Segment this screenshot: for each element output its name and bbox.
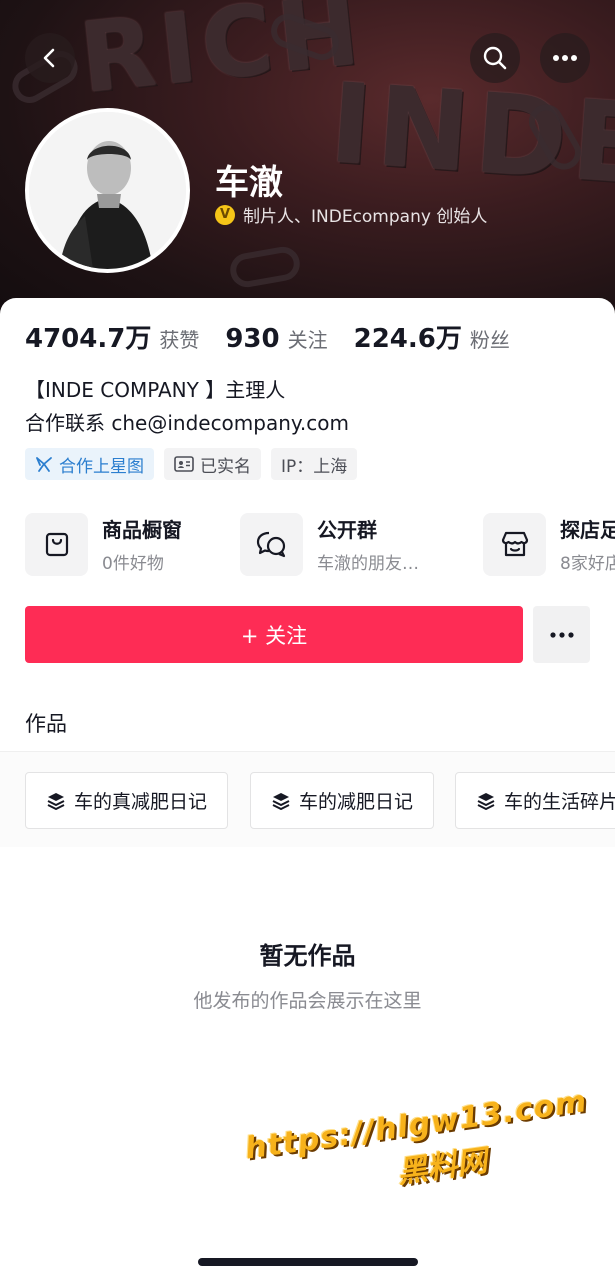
avatar[interactable] (25, 108, 190, 273)
service-text: 商品橱窗 0件好物 (102, 514, 182, 574)
stat-label: 获赞 (159, 328, 200, 352)
tag-label: IP：上海 (281, 456, 348, 477)
tag-label: 已实名 (200, 456, 251, 477)
layers-icon (47, 792, 65, 810)
stat-value: 930 (225, 324, 280, 354)
collection-chip[interactable]: 车的真减肥日记 (25, 772, 229, 829)
ellipsis-icon (549, 631, 574, 638)
service-text: 公开群 车澈的朋友… (317, 514, 419, 574)
service-store-visits[interactable]: 探店足 8家好店 (483, 512, 615, 576)
stats-row: 4704.7万 获赞 930 关注 224.6万 粉丝 (25, 318, 510, 355)
collection-label: 车的减肥日记 (299, 791, 414, 813)
bio: 【INDE COMPANY 】主理人 合作联系 che@indecompany.… (25, 374, 349, 440)
bio-line: 【INDE COMPANY 】主理人 (25, 378, 286, 402)
profile-name: 车澈 (215, 163, 283, 203)
layers-icon (272, 792, 290, 810)
service-subtitle: 0件好物 (102, 554, 164, 574)
tag-label: 合作上星图 (59, 456, 144, 477)
back-button[interactable] (25, 33, 75, 83)
verified-badge-icon: V (215, 204, 235, 225)
empty-state-title: 暂无作品 (259, 942, 356, 970)
tag-ip-location: IP：上海 (271, 448, 358, 480)
service-subtitle: 8家好店 (560, 554, 615, 574)
star-map-icon (36, 457, 52, 472)
service-title: 探店足 (560, 518, 615, 542)
service-icon-box (483, 512, 546, 576)
collection-label: 车的真减肥日记 (74, 791, 208, 813)
empty-state-subtitle: 他发布的作品会展示在这里 (193, 990, 422, 1012)
tag-star-map[interactable]: 合作上星图 (25, 448, 154, 480)
stat-label: 粉丝 (469, 328, 510, 352)
banner-chain (227, 244, 303, 290)
collections-row: 车的真减肥日记 车的减肥日记 车的生活碎片 (0, 752, 615, 847)
search-button[interactable] (470, 33, 520, 83)
search-icon (483, 46, 507, 70)
chevron-left-icon (43, 48, 55, 68)
service-showcase[interactable]: 商品橱窗 0件好物 (25, 512, 182, 576)
service-title: 公开群 (317, 518, 377, 542)
stat-likes[interactable]: 4704.7万 获赞 (25, 318, 199, 355)
service-text: 探店足 8家好店 (560, 514, 615, 574)
stat-value: 4704.7万 (25, 324, 152, 354)
stat-followers[interactable]: 224.6万 粉丝 (354, 318, 510, 355)
id-card-icon (174, 456, 194, 472)
collection-chip[interactable]: 车的生活碎片 (455, 772, 615, 829)
shopping-bag-icon (45, 532, 68, 557)
follow-button[interactable]: + 关注 (25, 606, 523, 663)
more-actions-button[interactable] (533, 606, 590, 663)
chat-bubbles-icon (256, 531, 285, 558)
stat-label: 关注 (287, 328, 328, 352)
bio-line: 合作联系 che@indecompany.com (25, 411, 349, 435)
home-indicator[interactable] (198, 1258, 418, 1266)
stat-value: 224.6万 (353, 324, 462, 354)
avatar-person-image (29, 112, 186, 269)
verification-row: V 制片人、INDEcompany 创始人 (215, 202, 487, 227)
services-row: 商品橱窗 0件好物 公开群 车澈的朋友… 探店足 8家好店 (25, 512, 615, 576)
tags-row: 合作上星图 已实名 IP：上海 (25, 448, 358, 480)
collection-chip[interactable]: 车的减肥日记 (250, 772, 435, 829)
collection-label: 车的生活碎片 (504, 791, 615, 813)
ellipsis-icon (553, 55, 577, 61)
layers-icon (477, 792, 495, 810)
store-icon (501, 531, 528, 557)
service-icon-box (240, 512, 303, 576)
service-title: 商品橱窗 (102, 518, 182, 542)
service-subtitle: 车澈的朋友… (317, 554, 419, 574)
tab-works[interactable]: 作品 (25, 708, 67, 738)
more-options-button[interactable] (540, 33, 590, 83)
follow-label: + 关注 (240, 623, 308, 648)
service-icon-box (25, 512, 88, 576)
tag-verified-realname[interactable]: 已实名 (164, 448, 261, 480)
verification-text: 制片人、INDEcompany 创始人 (243, 207, 488, 227)
service-public-group[interactable]: 公开群 车澈的朋友… (240, 512, 419, 576)
stat-following[interactable]: 930 关注 (225, 324, 327, 354)
